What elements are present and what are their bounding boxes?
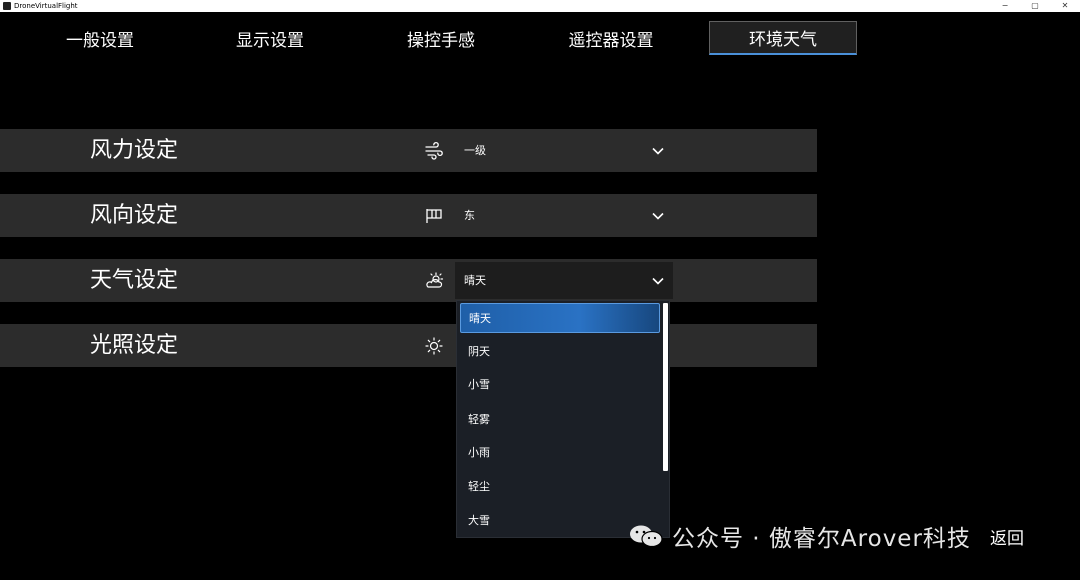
dropdown-scrollbar[interactable] (663, 303, 668, 471)
setting-row-wind-force: 风力设定 一级 (0, 129, 817, 172)
app-icon (3, 2, 11, 10)
weather-select[interactable]: 晴天 (455, 262, 673, 299)
setting-label: 风力设定 (90, 138, 179, 163)
tab-general[interactable]: 一般设置 (55, 21, 145, 55)
dropdown-option[interactable]: 轻雾 (460, 405, 660, 435)
setting-row-weather: 天气设定 晴天 (0, 259, 817, 302)
chevron-down-icon (652, 277, 664, 285)
tab-controller[interactable]: 遥控器设置 (560, 21, 662, 55)
setting-label: 光照设定 (90, 333, 179, 358)
window-controls: − ▢ ✕ (990, 0, 1080, 12)
setting-label: 风向设定 (90, 203, 179, 228)
chevron-down-icon (652, 212, 664, 220)
flag-icon (424, 206, 444, 226)
dropdown-option[interactable]: 晴天 (460, 303, 660, 333)
wind-force-select[interactable]: 一级 (455, 132, 673, 169)
weather-icon (424, 271, 444, 291)
dropdown-option[interactable]: 小雪 (460, 370, 660, 400)
wind-icon (424, 141, 444, 161)
select-value: 晴天 (464, 274, 486, 287)
back-button[interactable]: 返回 (990, 524, 1024, 549)
minimize-button[interactable]: − (990, 0, 1020, 12)
title-bar: DroneVirtualFlight − ▢ ✕ (0, 0, 1080, 12)
sun-icon (424, 336, 444, 356)
window-title: DroneVirtualFlight (14, 2, 78, 10)
watermark: 公众号 · 傲睿尔Arover科技 (628, 520, 971, 552)
setting-row-wind-direction: 风向设定 东 (0, 194, 817, 237)
maximize-button[interactable]: ▢ (1020, 0, 1050, 12)
dropdown-option[interactable]: 小雨 (460, 438, 660, 468)
wind-direction-select[interactable]: 东 (455, 197, 673, 234)
weather-dropdown-list[interactable]: 晴天 阴天 小雪 轻雾 小雨 轻尘 大雪 (456, 300, 670, 538)
tab-bar: 一般设置 显示设置 操控手感 遥控器设置 环境天气 (0, 12, 1080, 62)
select-value: 一级 (464, 144, 486, 157)
dropdown-option[interactable]: 阴天 (460, 337, 660, 367)
tab-environment-weather[interactable]: 环境天气 (709, 21, 857, 55)
chevron-down-icon (652, 147, 664, 155)
wechat-icon (630, 525, 663, 548)
setting-label: 天气设定 (90, 268, 179, 293)
tab-handling[interactable]: 操控手感 (396, 21, 486, 55)
tab-display[interactable]: 显示设置 (225, 21, 315, 55)
watermark-text: 公众号 · 傲睿尔Arover科技 (672, 526, 971, 552)
dropdown-option[interactable]: 轻尘 (460, 472, 660, 502)
select-value: 东 (464, 209, 475, 222)
setting-row-lighting: 光照设定 (0, 324, 817, 367)
close-button[interactable]: ✕ (1050, 0, 1080, 12)
